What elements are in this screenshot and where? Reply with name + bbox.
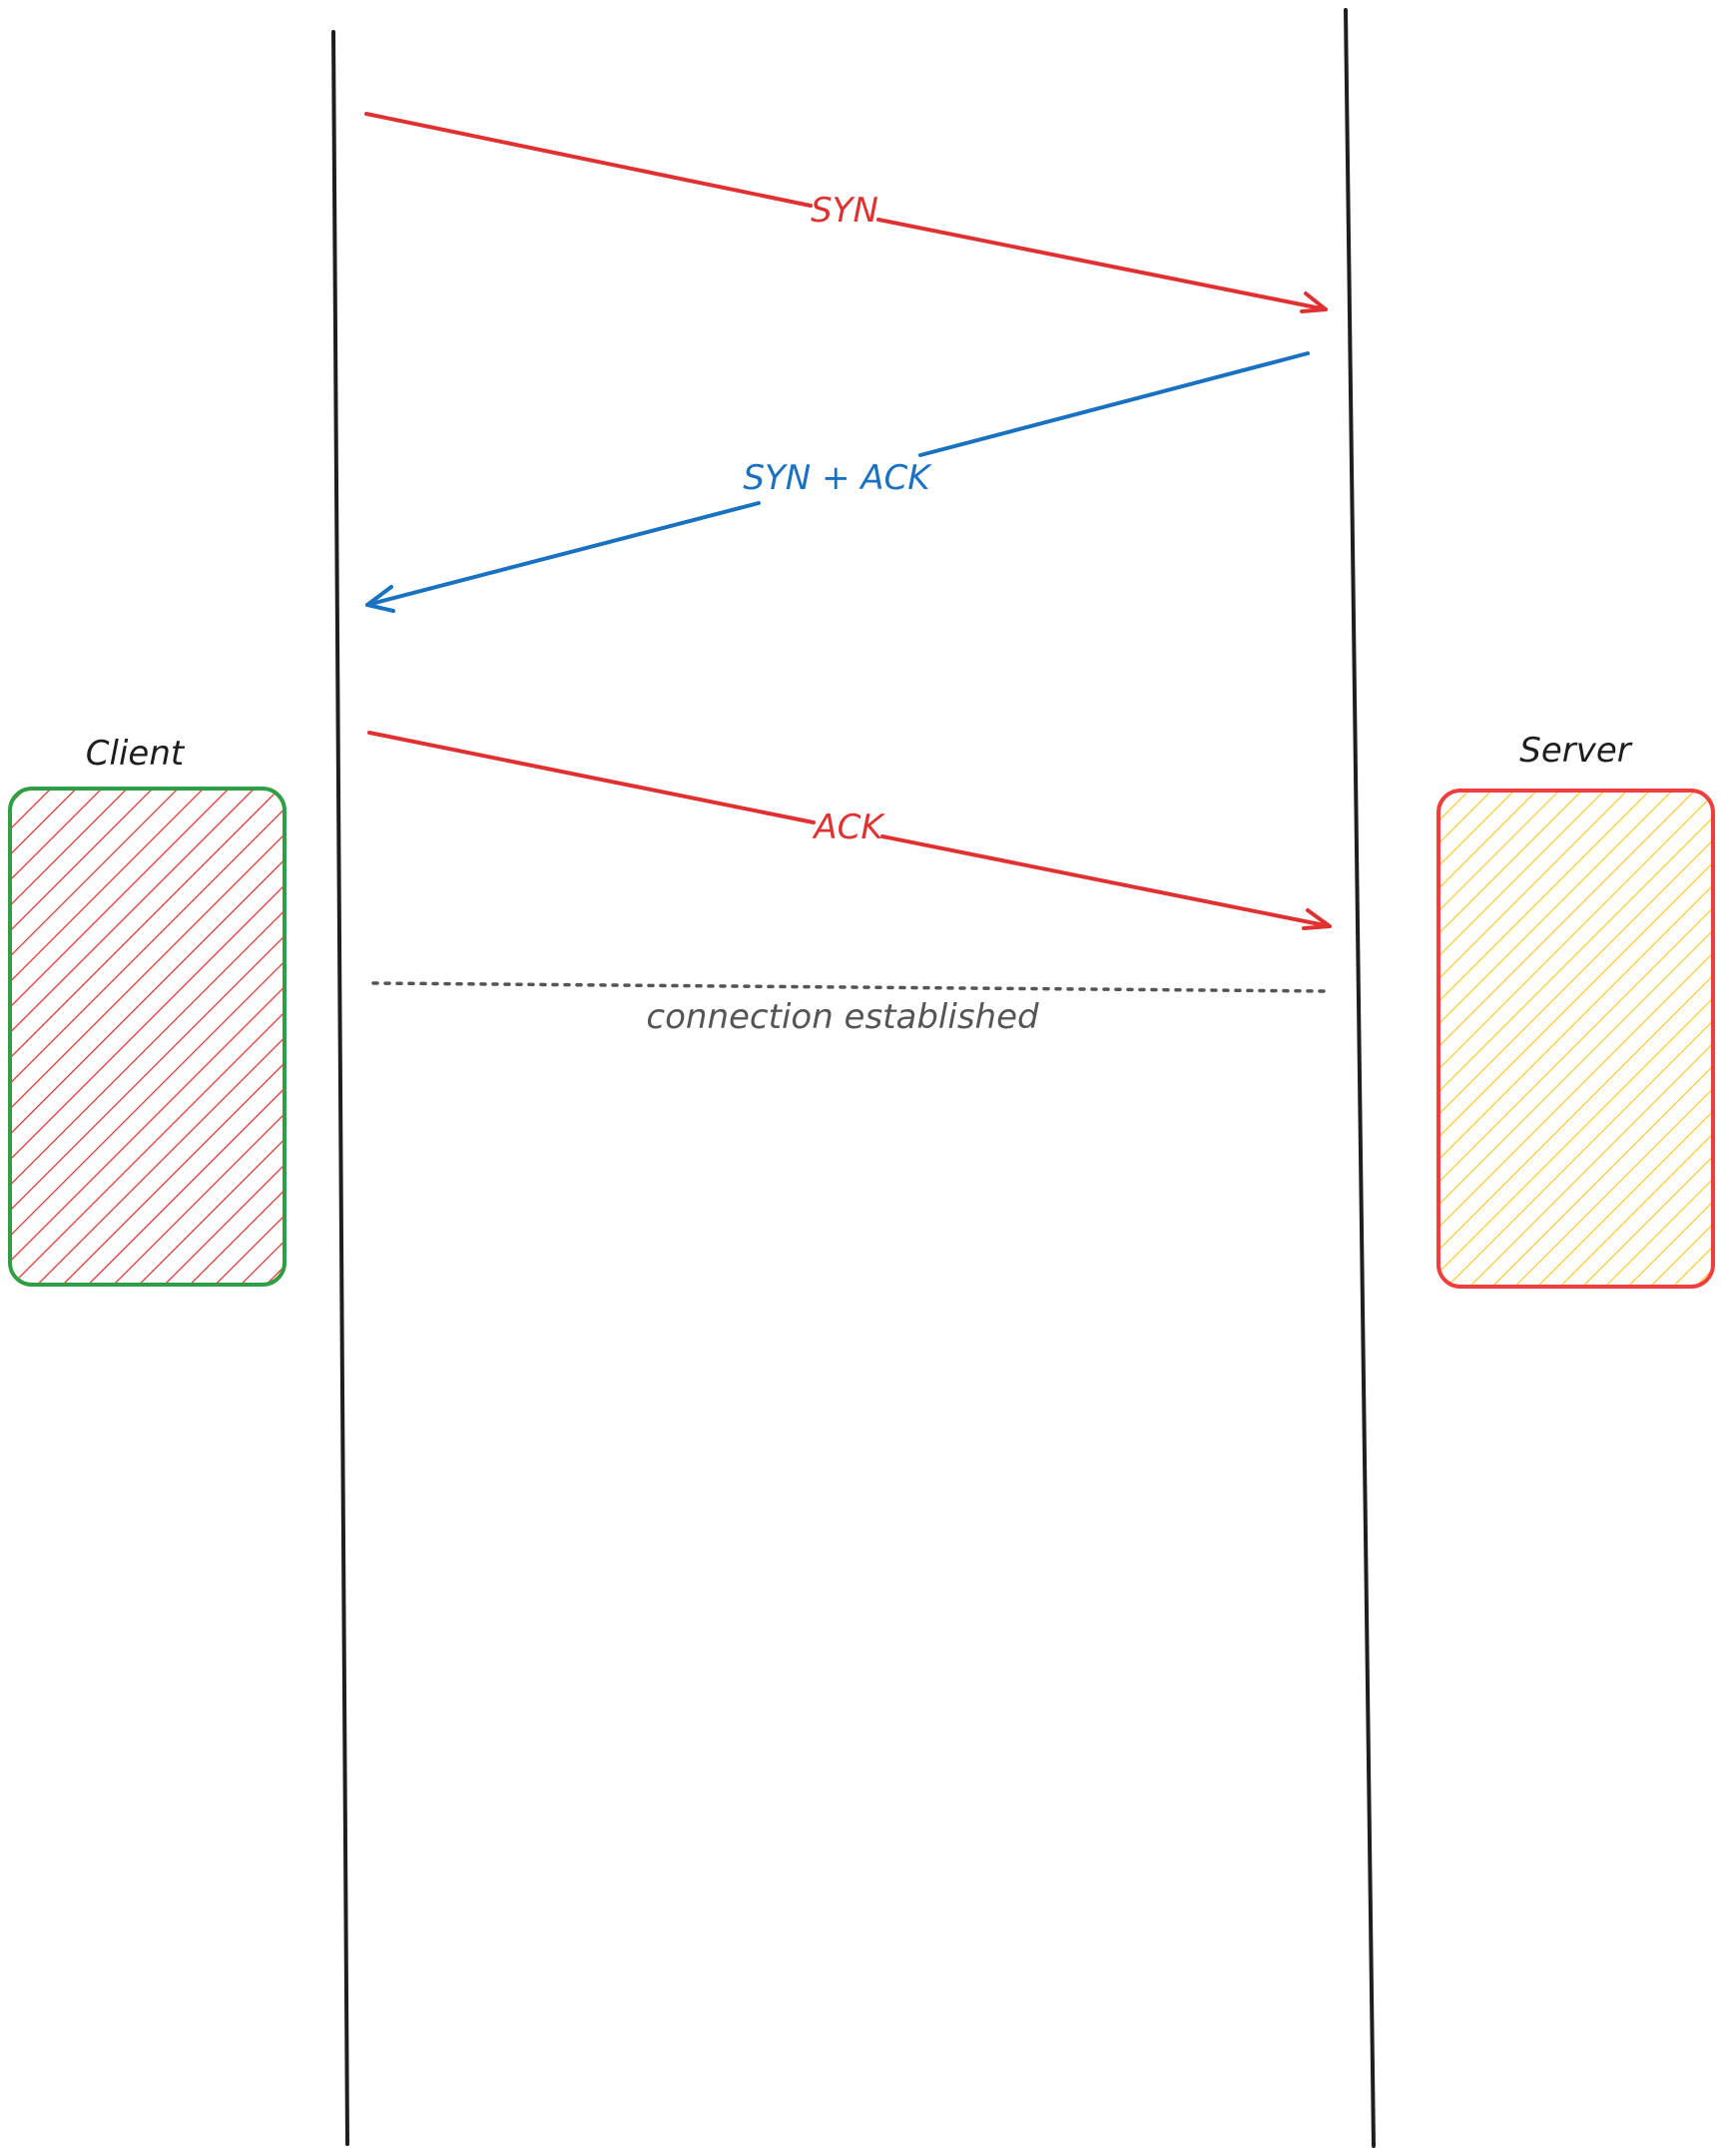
client-box <box>8 787 287 1287</box>
syn-ack-label: SYN + ACK <box>743 458 932 498</box>
server-lifeline <box>1344 8 1376 2148</box>
connection-dotted-line <box>371 981 1326 993</box>
server-label: Server <box>1519 731 1633 771</box>
diagram-canvas: Client Server SYN SYN + ACK ACK connecti… <box>8 8 1715 2148</box>
client-lifeline <box>331 30 349 2146</box>
server-box <box>1436 789 1715 1289</box>
ack-label: ACK <box>812 808 885 847</box>
client-label: Client <box>86 734 186 774</box>
syn-label: SYN <box>811 191 878 231</box>
connection-established-label: connection established <box>646 997 1039 1037</box>
